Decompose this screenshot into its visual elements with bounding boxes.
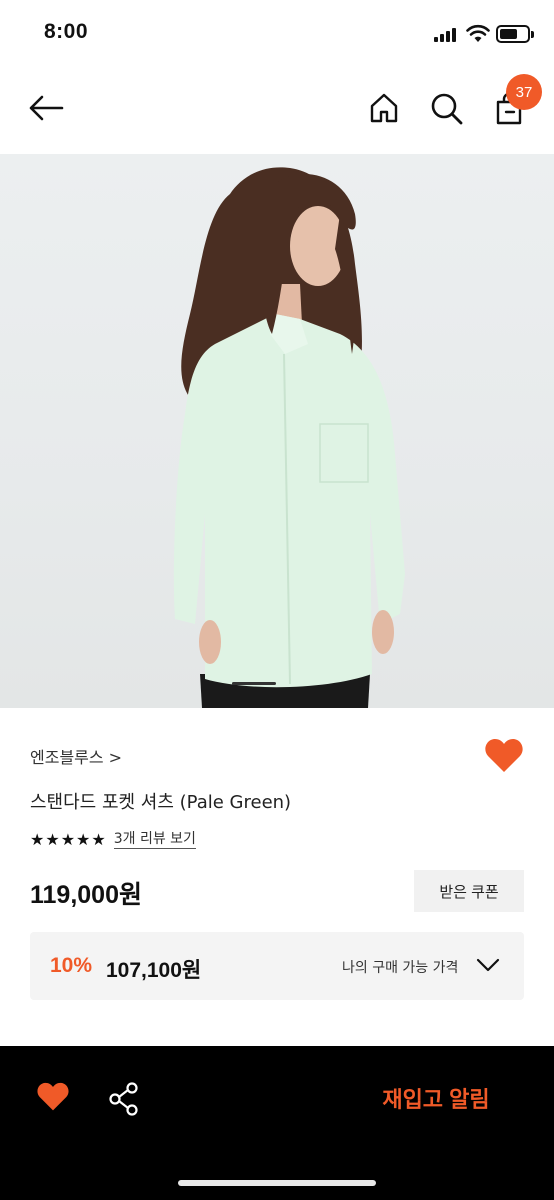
- wifi-icon: [466, 24, 490, 42]
- heart-icon[interactable]: [36, 1082, 70, 1112]
- model-photo: [173, 167, 405, 708]
- star-icon: ★: [45, 829, 60, 849]
- product-title: 스탠다드 포켓 셔츠 (Pale Green): [30, 792, 292, 813]
- discount-label: 나의 구매 가능 가격: [342, 960, 459, 976]
- search-icon[interactable]: [430, 92, 464, 126]
- product-price: 119,000원: [30, 881, 142, 909]
- star-icon: ★: [60, 829, 76, 849]
- back-arrow-icon[interactable]: [28, 94, 64, 122]
- status-time: 8:00: [44, 20, 89, 43]
- chevron-down-icon[interactable]: [476, 956, 500, 974]
- battery-icon: [496, 25, 530, 43]
- rating-row: ★ ★ ★ ★ ★ 3개 리뷰 보기: [30, 830, 196, 849]
- home-indicator: [178, 1180, 376, 1186]
- restock-alert-button[interactable]: 재입고 알림: [356, 1076, 516, 1120]
- star-icon: ★: [30, 829, 45, 849]
- status-bar: 8:00: [0, 0, 554, 66]
- signal-icon: [434, 28, 458, 42]
- cart-count-badge: 37: [506, 74, 542, 110]
- review-link[interactable]: 3개 리뷰 보기: [113, 830, 196, 849]
- image-slide-indicator: [232, 682, 276, 685]
- discount-rate: 10%: [50, 954, 93, 977]
- discount-price: 107,100원: [106, 959, 202, 982]
- heart-icon[interactable]: [484, 738, 524, 774]
- bottom-action-bar: 재입고 알림: [0, 1046, 554, 1200]
- home-icon[interactable]: [368, 92, 400, 124]
- rating-stars: ★ ★ ★ ★ ★: [30, 829, 106, 849]
- star-icon: ★: [76, 829, 91, 849]
- star-icon: ★: [91, 829, 106, 849]
- share-icon[interactable]: [108, 1082, 140, 1116]
- discount-price-box[interactable]: 10% 107,100원 나의 구매 가능 가격: [30, 932, 524, 1000]
- brand-link[interactable]: 엔조블루스 >: [30, 744, 122, 768]
- top-nav: [0, 72, 554, 148]
- coupon-button[interactable]: 받은 쿠폰: [414, 870, 524, 912]
- product-image[interactable]: [0, 154, 554, 708]
